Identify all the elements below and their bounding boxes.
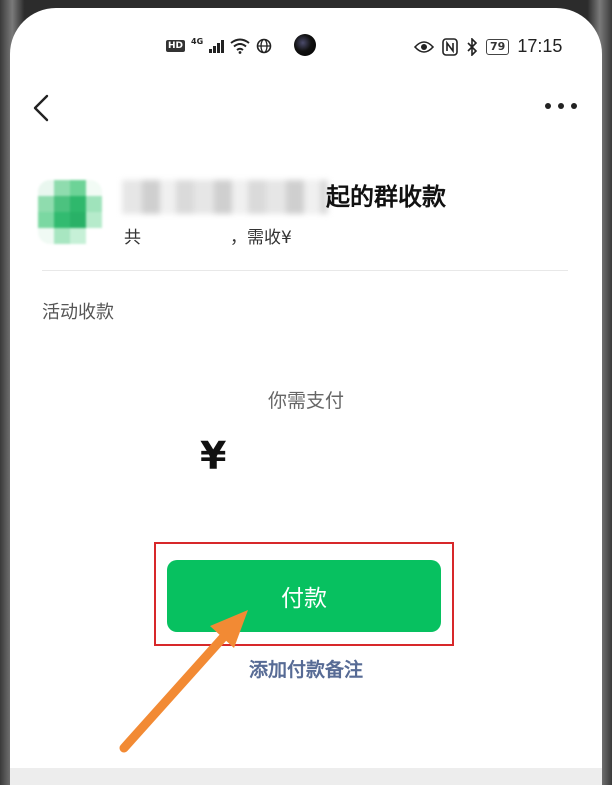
pay-prompt: 你需支付 xyxy=(267,390,344,412)
signal-icon xyxy=(209,39,225,53)
avatar xyxy=(38,180,102,244)
battery-icon: 79 xyxy=(486,38,510,55)
status-left: HD 4G xyxy=(166,36,272,54)
nfc-icon xyxy=(442,37,458,56)
globe-icon xyxy=(256,38,272,54)
phone-frame: HD 4G 79 17:15 起的群收款 共 ，需收¥ 活动收款 你需支付 ¥ … xyxy=(0,0,612,785)
divider xyxy=(42,270,568,271)
page-title: 起的群收款 xyxy=(326,183,446,211)
bluetooth-icon xyxy=(467,37,478,56)
subtitle-suffix: ，需收¥ xyxy=(230,228,292,248)
add-note-link[interactable]: 添加付款备注 xyxy=(10,656,602,684)
screen: HD 4G 79 17:15 起的群收款 共 ，需收¥ 活动收款 你需支付 ¥ … xyxy=(10,8,602,785)
status-right: 79 17:15 xyxy=(414,36,562,57)
currency-symbol: ¥ xyxy=(200,434,227,478)
status-bar: HD 4G 79 17:15 xyxy=(10,32,602,62)
subtitle-prefix: 共 xyxy=(124,228,141,248)
more-dots-icon[interactable] xyxy=(544,96,578,116)
hd-badge: HD xyxy=(166,40,186,52)
bottom-strip xyxy=(10,768,602,785)
arrow-annotation-icon xyxy=(119,610,248,753)
wifi-icon xyxy=(230,38,250,54)
chevron-left-icon[interactable] xyxy=(28,94,56,122)
blurred-name xyxy=(122,180,328,214)
front-camera xyxy=(294,34,316,56)
clock: 17:15 xyxy=(517,36,563,56)
section-label: 活动收款 xyxy=(42,302,114,323)
eye-icon xyxy=(414,40,434,53)
network-type: 4G xyxy=(191,36,204,46)
